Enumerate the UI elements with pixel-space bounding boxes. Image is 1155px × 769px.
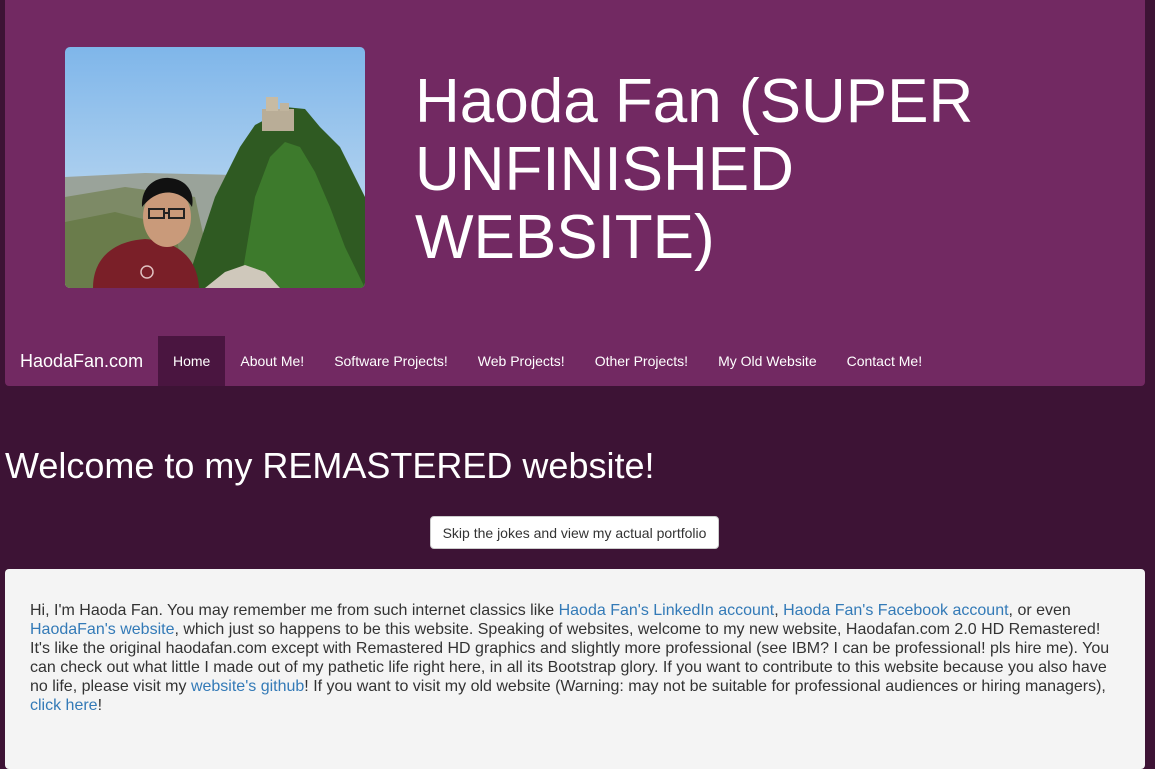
nav-software-projects[interactable]: Software Projects! — [319, 336, 463, 386]
nav-about-me[interactable]: About Me! — [225, 336, 319, 386]
intro-text-5: ! If you want to visit my old website (W… — [304, 678, 1106, 695]
facebook-link[interactable]: Haoda Fan's Facebook account — [783, 602, 1008, 619]
old-website-link[interactable]: click here — [30, 697, 98, 714]
intro-paragraph: Hi, I'm Haoda Fan. You may remember me f… — [30, 601, 1120, 715]
skip-to-portfolio-button[interactable]: Skip the jokes and view my actual portfo… — [430, 516, 719, 549]
profile-photo — [65, 47, 365, 288]
nav-web-projects[interactable]: Web Projects! — [463, 336, 580, 386]
header-panel: Haoda Fan (SUPER UNFINISHED WEBSITE) Hao… — [5, 0, 1145, 386]
nav-old-website[interactable]: My Old Website — [703, 336, 832, 386]
intro-text-2: , — [774, 602, 784, 619]
intro-text-6: ! — [97, 697, 103, 714]
intro-text-3: , or even — [1008, 602, 1071, 619]
site-title: Haoda Fan (SUPER UNFINISHED WEBSITE) — [415, 67, 974, 272]
linkedin-link[interactable]: Haoda Fan's LinkedIn account — [559, 602, 775, 619]
nav-home[interactable]: Home — [158, 336, 226, 386]
github-link[interactable]: website's github — [191, 678, 304, 695]
brand-link[interactable]: HaodaFan.com — [5, 336, 158, 386]
intro-text-1: Hi, I'm Haoda Fan. You may remember me f… — [30, 602, 559, 619]
nav-contact-me[interactable]: Contact Me! — [832, 336, 937, 386]
nav-other-projects[interactable]: Other Projects! — [580, 336, 703, 386]
welcome-heading: Welcome to my REMASTERED website! — [5, 445, 655, 486]
main-navbar: HaodaFan.com Home About Me! Software Pro… — [5, 336, 1145, 386]
website-link[interactable]: HaodaFan's website — [30, 621, 174, 638]
intro-panel: Hi, I'm Haoda Fan. You may remember me f… — [5, 569, 1145, 769]
